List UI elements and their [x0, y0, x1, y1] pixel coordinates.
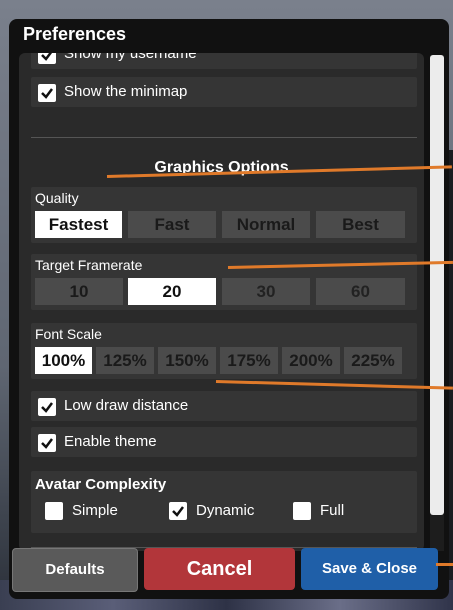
scrollbar-thumb[interactable]	[430, 55, 444, 515]
framerate-label: Target Framerate	[35, 257, 143, 273]
quality-option-fastest[interactable]: Fastest	[35, 211, 122, 238]
quality-option-normal[interactable]: Normal	[222, 211, 310, 238]
defaults-button[interactable]: Defaults	[12, 548, 138, 592]
dialog-title: Preferences	[23, 24, 127, 44]
avatar-option-label: Dynamic	[196, 502, 255, 519]
preferences-dialog: Preferences Show my username Show the mi…	[9, 19, 449, 599]
checkbox-checked-icon[interactable]	[38, 53, 56, 64]
checkbox-unchecked-icon[interactable]	[45, 502, 63, 520]
quality-group: Quality Fastest Fast Normal Best	[31, 187, 417, 243]
checkbox-checked-icon[interactable]	[38, 398, 56, 416]
preferences-panel: Show my username Show the minimap Graphi…	[19, 53, 424, 551]
toggle-low-draw-distance[interactable]: Low draw distance	[31, 391, 417, 421]
framerate-option-10[interactable]: 10	[35, 278, 123, 305]
toggle-label: Show my username	[64, 53, 197, 62]
avatar-option-label: Full	[320, 502, 345, 519]
avatar-complexity-label: Avatar Complexity	[35, 476, 167, 493]
avatar-complexity-group: Avatar Complexity Simple Dynamic Full	[31, 471, 417, 533]
font-scale-option-225[interactable]: 225%	[344, 347, 402, 374]
font-scale-option-200[interactable]: 200%	[282, 347, 340, 374]
toggle-show-username[interactable]: Show my username	[31, 53, 417, 69]
font-scale-option-125[interactable]: 125%	[96, 347, 154, 374]
quality-label: Quality	[35, 190, 79, 206]
checkbox-checked-icon[interactable]	[169, 502, 187, 520]
toggle-label: Enable theme	[64, 433, 157, 450]
avatar-option-label: Simple	[72, 502, 118, 519]
checkbox-unchecked-icon[interactable]	[293, 502, 311, 520]
checkbox-checked-icon[interactable]	[38, 84, 56, 102]
font-scale-group: Font Scale 100% 125% 150% 175% 200% 225%	[31, 323, 417, 379]
quality-option-fast[interactable]: Fast	[128, 211, 216, 238]
framerate-option-20[interactable]: 20	[128, 278, 216, 305]
scrollbar[interactable]	[430, 55, 444, 551]
save-close-button[interactable]: Save & Close	[301, 548, 438, 590]
font-scale-option-175[interactable]: 175%	[220, 347, 278, 374]
callout-line	[436, 563, 453, 566]
toggle-label: Show the minimap	[64, 83, 188, 100]
font-scale-option-150[interactable]: 150%	[158, 347, 216, 374]
font-scale-option-100[interactable]: 100%	[35, 347, 92, 374]
toggle-show-minimap[interactable]: Show the minimap	[31, 77, 417, 107]
section-divider	[31, 137, 417, 138]
toggle-enable-theme[interactable]: Enable theme	[31, 427, 417, 457]
framerate-option-60[interactable]: 60	[316, 278, 405, 305]
font-scale-label: Font Scale	[35, 326, 102, 342]
toggle-label: Low draw distance	[64, 397, 189, 414]
quality-option-best[interactable]: Best	[316, 211, 405, 238]
framerate-option-30[interactable]: 30	[222, 278, 310, 305]
checkbox-checked-icon[interactable]	[38, 434, 56, 452]
cancel-button[interactable]: Cancel	[144, 548, 295, 590]
